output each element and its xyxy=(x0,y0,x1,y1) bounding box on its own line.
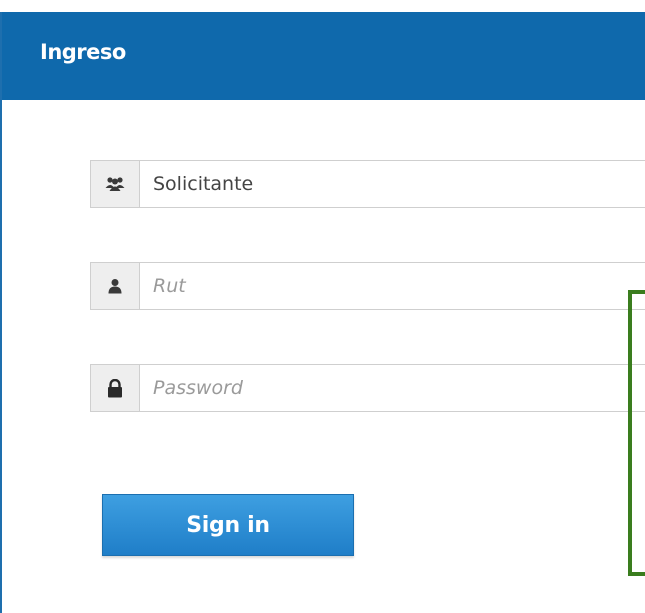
user-icon xyxy=(91,263,140,309)
user-type-select[interactable]: Solicitante xyxy=(90,160,645,208)
lock-icon xyxy=(91,365,140,411)
password-placeholder: Password xyxy=(153,377,243,399)
password-input[interactable]: Password xyxy=(90,364,645,412)
user-type-value: Solicitante xyxy=(153,173,254,195)
panel-title: Ingreso xyxy=(40,40,126,64)
rut-placeholder: Rut xyxy=(153,275,186,297)
login-panel: Ingreso Solicitante Rut Password Sign in xyxy=(0,12,645,613)
users-icon xyxy=(91,161,140,207)
sign-in-button[interactable]: Sign in xyxy=(102,494,354,556)
annotation-highlight-box xyxy=(628,290,645,576)
rut-input[interactable]: Rut xyxy=(90,262,645,310)
panel-header: Ingreso xyxy=(2,12,645,100)
